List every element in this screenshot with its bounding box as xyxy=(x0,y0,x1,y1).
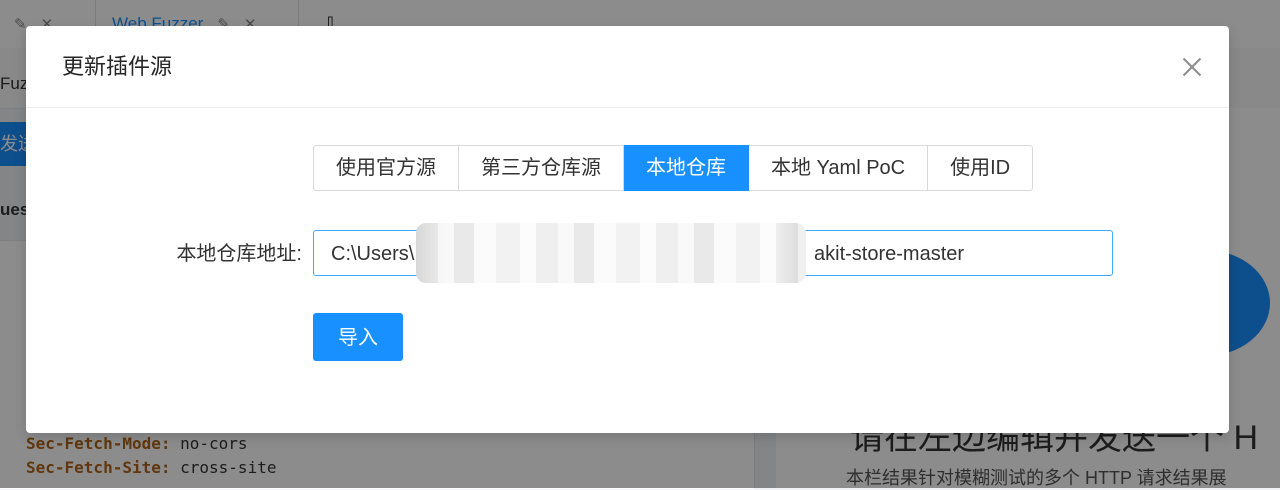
path-value-prefix: C:\Users\ xyxy=(331,243,415,265)
dialog-header: 更新插件源 xyxy=(26,26,1229,108)
path-value-suffix: akit-store-master xyxy=(814,243,965,265)
dialog-title: 更新插件源 xyxy=(62,54,173,79)
close-icon[interactable] xyxy=(1177,52,1207,82)
update-plugin-source-dialog: 更新插件源 使用官方源 第三方仓库源 本地仓库 本地 Yaml PoC 使用ID… xyxy=(26,26,1229,433)
local-repo-path-label: 本地仓库地址: xyxy=(176,243,302,265)
option-official-source[interactable]: 使用官方源 xyxy=(313,145,459,191)
source-type-radio-group: 使用官方源 第三方仓库源 本地仓库 本地 Yaml PoC 使用ID xyxy=(313,145,1034,191)
import-button[interactable]: 导入 xyxy=(313,313,403,361)
redacted-blur xyxy=(416,223,806,283)
option-third-party-repo[interactable]: 第三方仓库源 xyxy=(459,145,624,191)
option-use-id[interactable]: 使用ID xyxy=(928,145,1034,191)
option-local-repo[interactable]: 本地仓库 xyxy=(624,145,749,191)
option-local-yaml-poc[interactable]: 本地 Yaml PoC xyxy=(749,145,929,191)
